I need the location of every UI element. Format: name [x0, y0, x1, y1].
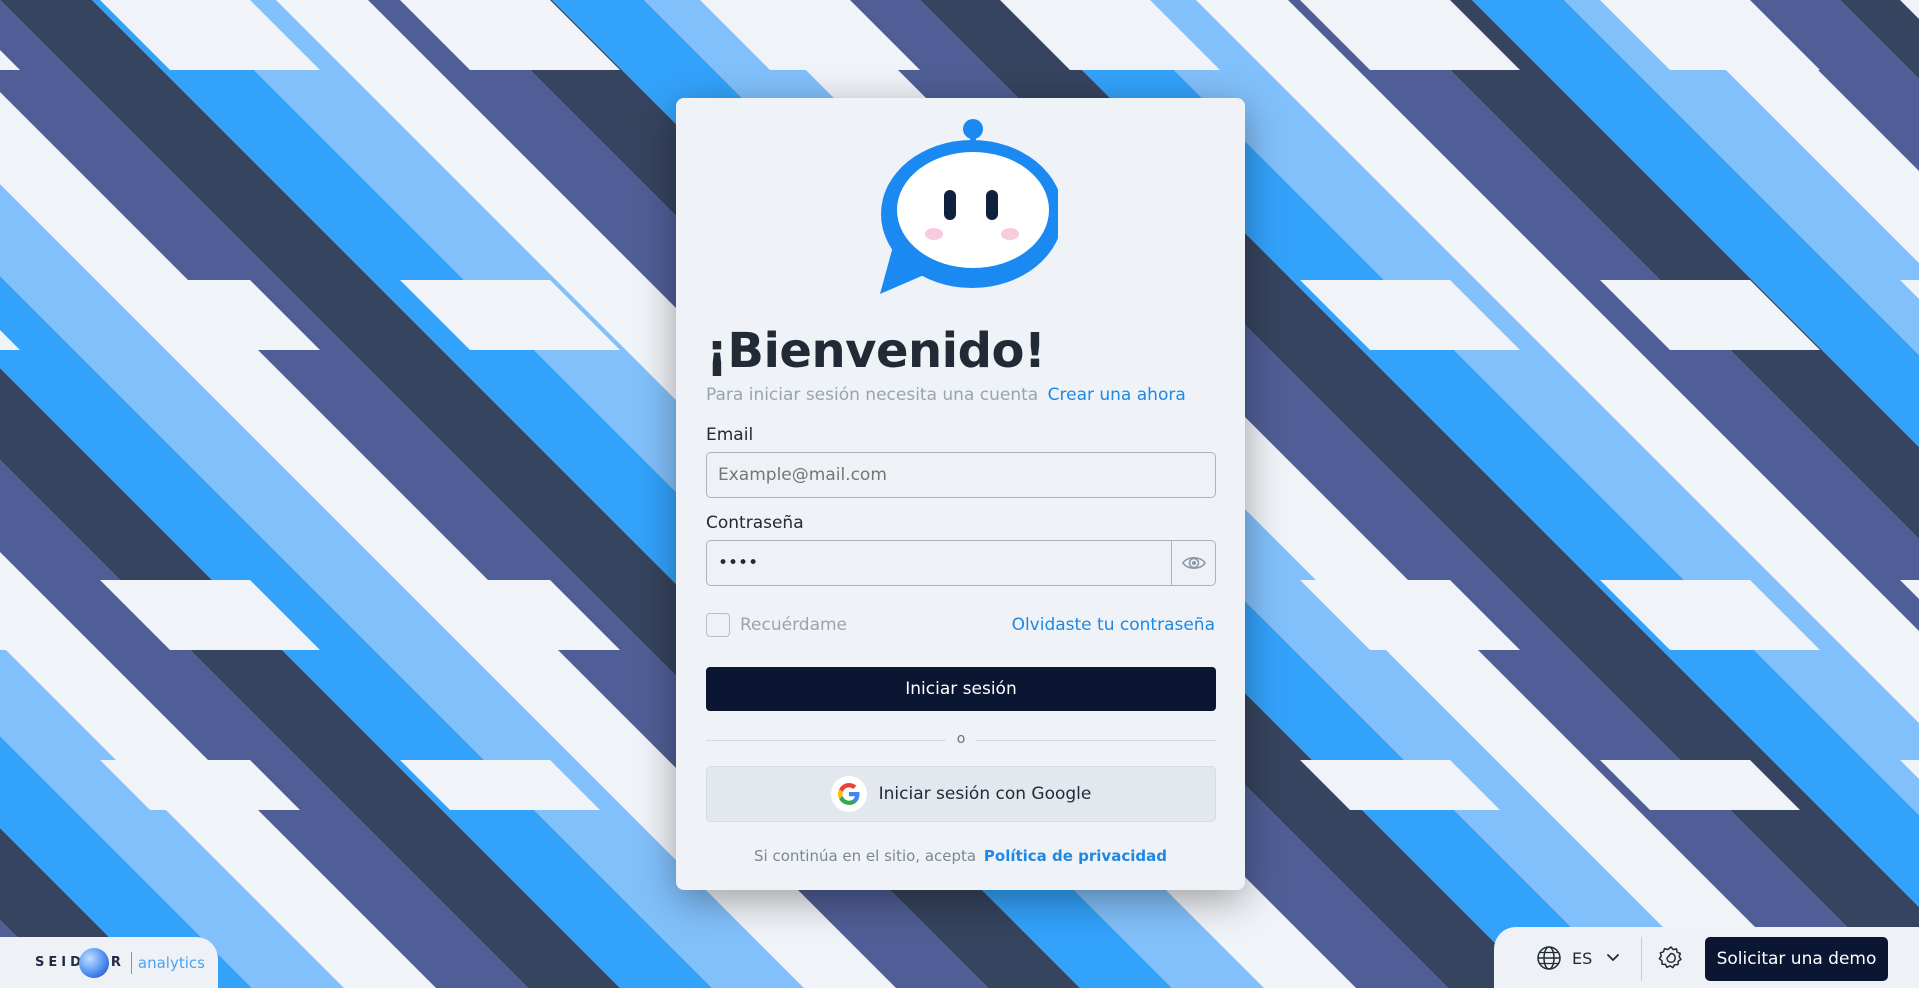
divider-line-right — [976, 740, 1216, 741]
brand-separator — [130, 951, 132, 974]
language-code: ES — [1572, 948, 1593, 968]
request-demo-button[interactable]: Solicitar una demo — [1705, 937, 1888, 981]
footer-actions: ES Solicitar una demo — [1494, 927, 1919, 988]
email-field[interactable] — [707, 453, 1215, 497]
seidor-wordmark: SEID R — [35, 947, 125, 978]
analytics-wordmark: analytics — [137, 953, 205, 972]
google-login-button[interactable]: Iniciar sesión con Google — [706, 766, 1216, 822]
footer-separator — [1641, 937, 1642, 981]
email-label: Email — [706, 425, 754, 445]
privacy-policy-link[interactable]: Política de privacidad — [984, 847, 1167, 865]
globe-icon — [1537, 946, 1561, 970]
password-field-container — [706, 540, 1216, 586]
password-field[interactable] — [707, 541, 1171, 585]
language-selector[interactable]: ES — [1536, 945, 1620, 971]
or-divider: o — [706, 731, 1216, 748]
brand-logo: SEID R analytics — [0, 937, 218, 988]
seidor-wordmark-start: SEID — [35, 955, 85, 970]
signup-prompt: Para iniciar sesión necesita una cuenta … — [706, 385, 1186, 405]
chevron-down-icon — [1607, 954, 1620, 962]
seidor-wordmark-end: R — [110, 955, 125, 970]
create-account-link[interactable]: Crear una ahora — [1048, 385, 1186, 405]
login-button[interactable]: Iniciar sesión — [706, 667, 1216, 711]
remember-me-label: Recuérdame — [740, 615, 848, 635]
remember-me-checkbox[interactable] — [706, 613, 730, 637]
login-card: ¡Bienvenido! Para iniciar sesión necesit… — [676, 98, 1245, 890]
google-g-icon — [837, 783, 860, 805]
privacy-notice: Si continúa en el sitio, acepta Política… — [676, 847, 1245, 865]
toggle-password-visibility-button[interactable] — [1171, 541, 1215, 585]
privacy-notice-text: Si continúa en el sitio, acepta — [754, 847, 977, 865]
remember-me: Recuérdame — [706, 613, 847, 637]
google-login-label: Iniciar sesión con Google — [878, 784, 1092, 804]
page-title: ¡Bienvenido! — [706, 323, 1046, 379]
settings-button[interactable] — [1658, 945, 1684, 975]
robot-mascot-icon — [880, 119, 1058, 294]
divider-text: o — [956, 731, 966, 747]
eye-icon — [1181, 556, 1206, 570]
forgot-password-link[interactable]: Olvidaste tu contraseña — [1012, 615, 1215, 635]
password-label: Contraseña — [706, 513, 804, 533]
email-field-container — [706, 452, 1216, 498]
gear-icon — [1658, 946, 1682, 969]
google-logo-badge — [830, 776, 867, 812]
seidor-orb-icon — [78, 947, 109, 978]
signup-prompt-text: Para iniciar sesión necesita una cuenta — [706, 385, 1039, 405]
